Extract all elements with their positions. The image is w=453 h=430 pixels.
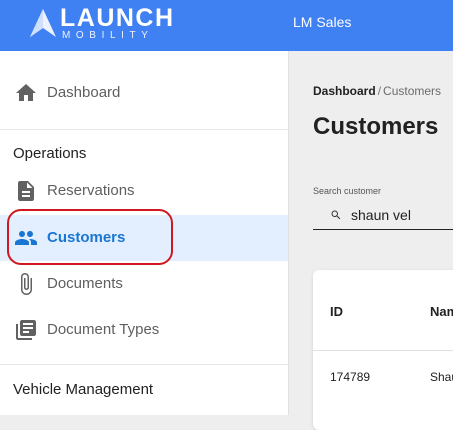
page-title: Customers bbox=[313, 113, 439, 140]
logo-wordmark: LAUNCH bbox=[60, 4, 175, 32]
search-label: Search customer bbox=[313, 186, 382, 196]
document-icon bbox=[18, 181, 34, 201]
column-header-name[interactable]: Nam bbox=[430, 304, 453, 319]
customers-table: ID Nam 174789 Shau bbox=[313, 270, 453, 430]
breadcrumb-separator: / bbox=[377, 84, 382, 98]
table-cell-name: Shau bbox=[430, 370, 453, 384]
customers-highlight-annotation bbox=[7, 209, 173, 265]
home-icon bbox=[16, 84, 36, 101]
sidebar-item-label: Reservations bbox=[47, 182, 135, 199]
sidebar-item-documents[interactable]: Documents bbox=[0, 261, 288, 307]
sidebar-item-label: Dashboard bbox=[47, 84, 121, 101]
table-header-row: ID Nam bbox=[313, 270, 453, 351]
table-cell-id: 174789 bbox=[330, 370, 371, 384]
top-app-bar: LAUNCH MOBILITY LM Sales bbox=[0, 0, 453, 51]
rocket-logo-icon bbox=[30, 9, 56, 37]
search-value: shaun vel bbox=[351, 207, 411, 223]
breadcrumb: Dashboard / Customers bbox=[313, 84, 441, 98]
sidebar-divider bbox=[0, 364, 288, 365]
breadcrumb-current: Customers bbox=[383, 84, 442, 98]
section-title-vehicle-management: Vehicle Management bbox=[13, 381, 154, 398]
breadcrumb-dashboard-link[interactable]: Dashboard bbox=[313, 84, 376, 98]
sidebar-item-label: Document Types bbox=[47, 321, 160, 338]
logo-subtitle: MOBILITY bbox=[62, 30, 154, 41]
sidebar-item-reservations[interactable]: Reservations bbox=[0, 168, 288, 214]
main-content: Dashboard / Customers Customers Search cus… bbox=[289, 51, 453, 430]
sidebar-item-dashboard[interactable]: Dashboard bbox=[0, 70, 288, 116]
sidebar-divider bbox=[0, 129, 288, 130]
column-header-id[interactable]: ID bbox=[330, 304, 343, 319]
search-input[interactable]: shaun vel bbox=[313, 201, 453, 230]
paperclip-icon bbox=[21, 273, 32, 295]
search-icon bbox=[331, 210, 341, 220]
launch-mobility-logo[interactable]: LAUNCH MOBILITY bbox=[29, 4, 179, 44]
section-title-operations: Operations bbox=[13, 145, 87, 162]
sidebar-item-label: Documents bbox=[47, 275, 123, 292]
library-icon bbox=[16, 320, 36, 340]
organization-name[interactable]: LM Sales bbox=[293, 14, 351, 30]
sidebar-item-document-types[interactable]: Document Types bbox=[0, 307, 288, 353]
